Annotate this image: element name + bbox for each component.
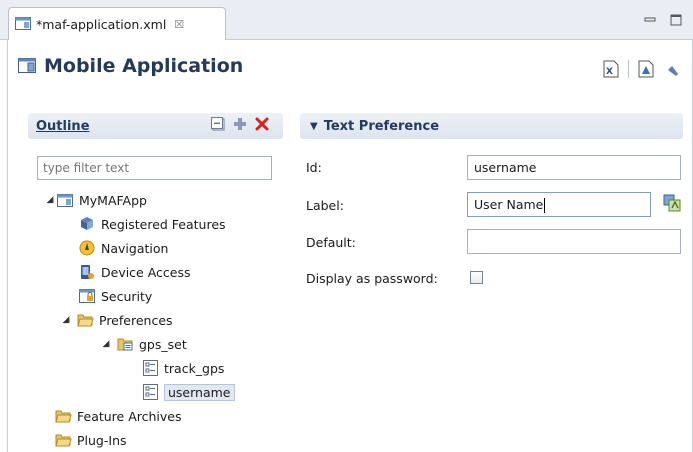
page-header: Mobile Application — [18, 55, 243, 77]
svg-text:X: X — [606, 67, 613, 77]
expand-arrow-icon[interactable]: ◢ — [100, 339, 112, 349]
display-as-password-checkbox[interactable] — [470, 271, 483, 284]
tree-item-username[interactable]: username — [141, 381, 235, 403]
outline-filter-input[interactable] — [37, 156, 272, 180]
collapse-all-icon[interactable] — [211, 117, 225, 134]
folder-open-icon — [76, 311, 94, 329]
validate-icon[interactable] — [637, 60, 655, 78]
mobile-application-icon — [18, 57, 36, 76]
folder-icon — [54, 431, 72, 449]
tree-item-navigation[interactable]: Navigation — [78, 237, 168, 259]
preference-item-icon — [141, 383, 159, 401]
tree-item-device-access[interactable]: Device Access — [78, 261, 191, 283]
tree-item-label: Preferences — [99, 312, 173, 328]
tree-item-mymafapp[interactable]: ◢ MyMAFApp — [44, 189, 147, 211]
tree-item-label: MyMAFApp — [79, 192, 147, 208]
tree-item-label: Feature Archives — [77, 408, 182, 424]
minimize-icon[interactable] — [644, 14, 656, 29]
outline-section-header: Outline — [28, 113, 283, 139]
text-preference-section-header[interactable]: ▼ Text Preference — [300, 113, 683, 139]
application-icon — [56, 191, 74, 209]
delete-icon[interactable] — [255, 117, 269, 134]
xml-file-icon — [15, 16, 31, 33]
tree-item-security[interactable]: Security — [78, 285, 152, 307]
features-icon — [78, 215, 96, 233]
toolbar-separator — [628, 60, 629, 78]
outline-title: Outline — [36, 118, 90, 134]
label-label: Label: — [306, 198, 344, 213]
tree-item-label: gps_set — [139, 336, 187, 352]
text-caret — [544, 198, 546, 213]
tree-item-label: Plug-Ins — [77, 432, 127, 448]
expand-arrow-icon[interactable]: ◢ — [60, 315, 72, 325]
default-field[interactable] — [467, 229, 681, 254]
label-field[interactable]: User Name — [467, 192, 651, 217]
tab-title: *maf-application.xml — [36, 16, 167, 32]
tree-item-gps-set[interactable]: ◢ gps_set — [100, 333, 187, 355]
tree-item-label: Navigation — [101, 240, 169, 256]
folder-icon — [54, 407, 72, 425]
maximize-icon[interactable] — [670, 14, 682, 30]
tree-item-preferences[interactable]: ◢ Preferences — [60, 309, 173, 331]
tree-item-label: track_gps — [164, 360, 225, 376]
translate-icon[interactable] — [662, 193, 682, 213]
tree-item-feature-archives[interactable]: Feature Archives — [54, 405, 182, 427]
collapse-section-icon[interactable]: ▼ — [310, 121, 318, 132]
editor-tab[interactable]: *maf-application.xml ☒ — [8, 7, 226, 40]
editor-left-border — [0, 40, 8, 452]
preference-item-icon — [141, 359, 159, 377]
tree-item-label: Registered Features — [101, 216, 226, 232]
security-icon — [78, 287, 96, 305]
page-title: Mobile Application — [44, 55, 244, 77]
header-toolbar: X — [602, 60, 681, 78]
tree-item-label: Security — [101, 288, 153, 304]
label-field-value: User Name — [474, 197, 544, 212]
preference-group-icon — [116, 335, 134, 353]
tree-item-label: Device Access — [101, 264, 191, 280]
tree-item-track-gps[interactable]: track_gps — [141, 357, 224, 379]
add-icon[interactable] — [233, 117, 247, 134]
close-tab-icon[interactable]: ☒ — [174, 18, 184, 31]
tree-item-registered-features[interactable]: Registered Features — [78, 213, 226, 235]
tree-item-plug-ins[interactable]: Plug-Ins — [54, 429, 127, 451]
editor-tab-bar: *maf-application.xml ☒ — [0, 0, 693, 40]
device-access-icon — [78, 263, 96, 281]
tools-icon[interactable] — [663, 60, 681, 78]
expand-arrow-icon[interactable]: ◢ — [44, 195, 56, 205]
id-field[interactable]: username — [467, 155, 681, 180]
navigation-icon — [78, 239, 96, 257]
tree-item-label: username — [164, 383, 235, 401]
text-preference-title: Text Preference — [323, 118, 440, 134]
xml-source-icon[interactable]: X — [602, 60, 620, 78]
id-label: Id: — [306, 160, 322, 175]
password-label: Display as password: — [306, 271, 438, 286]
default-label: Default: — [306, 235, 356, 250]
